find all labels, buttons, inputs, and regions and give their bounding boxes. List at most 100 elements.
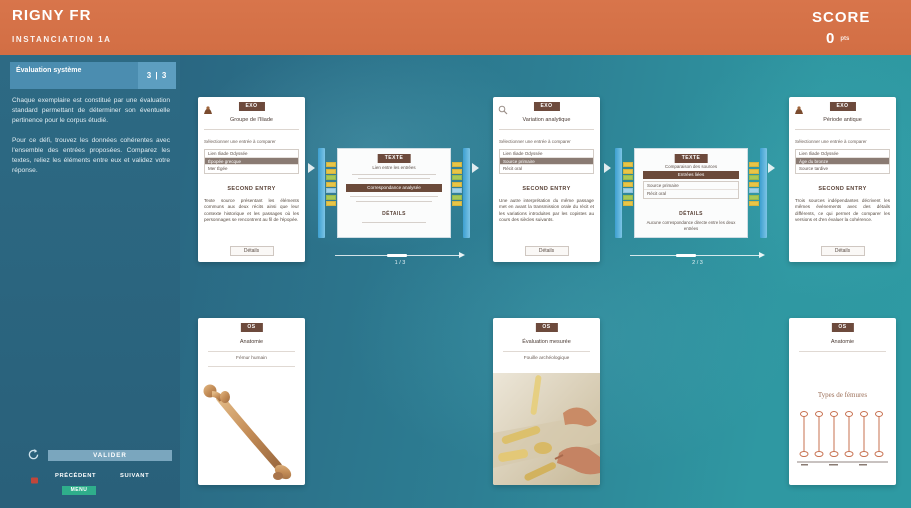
- divider: [503, 351, 590, 352]
- score-display: 0 pts: [826, 30, 849, 48]
- comparison-panel[interactable]: TEXTE Comparaison des sources Entrées li…: [615, 148, 767, 238]
- comparison-tab[interactable]: [623, 181, 633, 187]
- artifact-icon: [203, 102, 213, 114]
- comparison-tab[interactable]: [749, 162, 759, 167]
- comparison-tab[interactable]: [326, 194, 336, 200]
- comparison-tab[interactable]: [749, 201, 759, 206]
- comparison-tab[interactable]: [326, 168, 336, 174]
- comparison-tab[interactable]: [452, 188, 462, 193]
- entry-option[interactable]: Lien Iliade Odyssée: [205, 150, 298, 158]
- section-heading: SECOND ENTRY: [522, 186, 571, 192]
- comparison-tab[interactable]: [749, 168, 759, 174]
- entry-card[interactable]: EXO Variation analytique Sélectionner un…: [493, 97, 600, 262]
- comparison-tab[interactable]: [452, 162, 462, 167]
- comparison-rail-left[interactable]: [318, 148, 325, 238]
- slider-handle[interactable]: [387, 254, 407, 257]
- next-button[interactable]: SUIVANT: [120, 473, 149, 479]
- entry-option[interactable]: Mer Égée: [205, 165, 298, 173]
- card-tag: EXO: [238, 102, 265, 111]
- comparison-note: Aucune correspondance directe entre les …: [646, 220, 736, 231]
- entry-option[interactable]: Source tardive: [796, 165, 889, 173]
- section-heading: SECOND ENTRY: [818, 186, 867, 192]
- details-button[interactable]: Détails: [229, 246, 274, 256]
- comparison-tab[interactable]: [326, 175, 336, 180]
- comparison-tab[interactable]: [749, 188, 759, 193]
- femur-types-diagram: [797, 411, 888, 466]
- flag-icon[interactable]: [30, 472, 39, 484]
- comparison-rail-right[interactable]: [760, 148, 767, 238]
- card-subtitle: Fouille archéologique: [523, 356, 570, 361]
- comparison-slider[interactable]: 2 / 3: [630, 252, 765, 266]
- entry-options: Lien Iliade Odyssée Source primaire Réci…: [499, 149, 594, 174]
- card-title: Variation analytique: [522, 117, 571, 123]
- evidence-card[interactable]: OS Anatomie Types de fémures: [789, 318, 896, 485]
- comparison-tab[interactable]: [623, 201, 633, 206]
- entry-option[interactable]: Lien Iliade Odyssée: [796, 150, 889, 158]
- comparison-rail-right[interactable]: [463, 148, 470, 238]
- comparison-tabs-right: [452, 162, 462, 208]
- comparison-tab[interactable]: [623, 188, 633, 193]
- arrow-right-icon[interactable]: [759, 252, 765, 258]
- comparison-option[interactable]: Récit oral: [644, 190, 738, 198]
- comparison-caption: Comparaison des sources: [664, 164, 718, 169]
- comparison-option[interactable]: Source primaire: [644, 182, 738, 190]
- instructions-title: Évaluation système: [16, 67, 82, 74]
- comparison-tab[interactable]: [623, 175, 633, 180]
- comparison-tab[interactable]: [452, 201, 462, 206]
- comparison-tab[interactable]: [749, 194, 759, 200]
- femur-image: [203, 384, 292, 480]
- comparison-tab[interactable]: [749, 181, 759, 187]
- entry-option[interactable]: Lien Iliade Odyssée: [500, 150, 593, 158]
- details-button[interactable]: Détails: [820, 246, 865, 256]
- comparison-details-label[interactable]: DÉTAILS: [338, 211, 450, 217]
- comparison-tab[interactable]: [623, 162, 633, 167]
- details-button[interactable]: Détails: [524, 246, 569, 256]
- validate-button[interactable]: VALIDER: [48, 450, 172, 461]
- slider-handle[interactable]: [675, 254, 696, 257]
- text-line: [356, 201, 432, 202]
- entry-option[interactable]: Épopée grecque: [205, 157, 298, 165]
- comparison-tab[interactable]: [452, 194, 462, 200]
- entry-card[interactable]: EXO Période antique Sélectionner une ent…: [789, 97, 896, 262]
- entry-option[interactable]: Récit oral: [500, 165, 593, 173]
- comparison-page: TEXTE Comparaison des sources Entrées li…: [634, 148, 748, 238]
- match-bar[interactable]: Entrées liées: [643, 171, 739, 179]
- comparison-tab[interactable]: [326, 162, 336, 167]
- card-intro: Sélectionner une entrée à comparer: [499, 139, 571, 144]
- comparison-tab[interactable]: [326, 201, 336, 206]
- entry-option[interactable]: Âge du bronze: [796, 157, 889, 165]
- entry-option[interactable]: Source primaire: [500, 157, 593, 165]
- slider-position: 1 / 3: [394, 260, 406, 266]
- comparison-tab[interactable]: [623, 194, 633, 200]
- card-tag: OS: [831, 323, 854, 332]
- comparison-rail-left[interactable]: [615, 148, 622, 238]
- comparison-tab[interactable]: [326, 181, 336, 187]
- arrow-right-icon[interactable]: [459, 252, 465, 258]
- connector-arrow-icon: [308, 163, 315, 173]
- divider: [499, 129, 594, 130]
- comparison-options: Source primaire Récit oral: [643, 181, 739, 199]
- evidence-card[interactable]: OS Évaluation mesurée Fouille archéologi…: [493, 318, 600, 485]
- menu-button[interactable]: MENU: [62, 486, 96, 495]
- entry-card[interactable]: EXO Groupe de l'Iliade Sélectionner une …: [198, 97, 305, 262]
- comparison-tab[interactable]: [452, 175, 462, 180]
- previous-button[interactable]: PRÉCÉDENT: [55, 473, 96, 479]
- comparison-tab[interactable]: [326, 188, 336, 193]
- comparison-tab[interactable]: [452, 168, 462, 174]
- comparison-caption: Lien entre les entrées: [372, 165, 416, 170]
- match-bar[interactable]: Correspondance analysée: [346, 184, 442, 192]
- card-title: Groupe de l'Iliade: [230, 117, 273, 123]
- comparison-tab[interactable]: [452, 181, 462, 187]
- evidence-card[interactable]: OS Anatomie Fémur humain: [198, 318, 305, 485]
- excavation-photo: [493, 373, 600, 485]
- step-indicator[interactable]: 3 | 3: [138, 62, 176, 89]
- comparison-slider[interactable]: 1 / 3: [335, 252, 465, 266]
- comparison-tab[interactable]: [749, 175, 759, 180]
- comparison-tab[interactable]: [623, 168, 633, 174]
- refresh-icon[interactable]: [27, 448, 40, 461]
- divider: [795, 129, 890, 130]
- connector-arrow-icon: [472, 163, 479, 173]
- comparison-details-label[interactable]: DÉTAILS: [635, 211, 747, 217]
- card-tag: OS: [240, 323, 263, 332]
- comparison-panel[interactable]: TEXTE Lien entre les entrées Corresponda…: [318, 148, 470, 238]
